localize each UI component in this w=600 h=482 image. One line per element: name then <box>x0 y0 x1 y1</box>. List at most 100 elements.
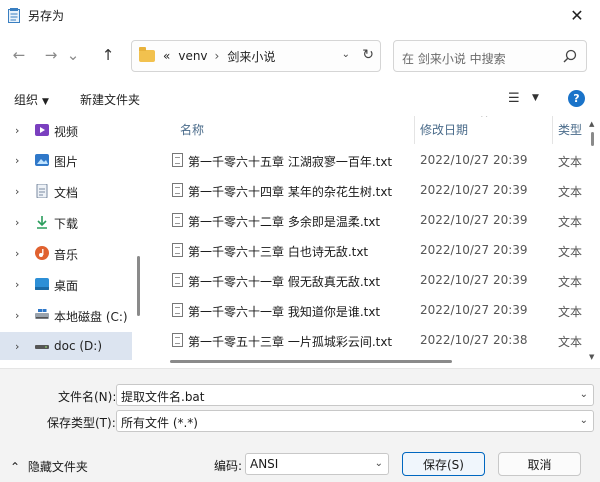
column-divider[interactable] <box>414 116 415 144</box>
forward-button[interactable]: → <box>38 42 64 68</box>
file-date: 2022/10/27 20:39 <box>420 243 528 257</box>
sidebar-item-downloads[interactable]: › 下载 <box>0 208 132 236</box>
sidebar-item-pictures[interactable]: › 图片 <box>0 146 132 174</box>
file-row[interactable]: 第一千零六十一章 我知道你是谁.txt 2022/10/27 20:39 文本 <box>150 296 600 326</box>
chevron-down-icon[interactable]: ⌄ <box>580 389 588 400</box>
expand-chevron-icon[interactable]: › <box>15 154 19 167</box>
breadcrumb-venv[interactable]: venv <box>178 49 207 63</box>
hide-folders-button[interactable]: ⌃ 隐藏文件夹 <box>10 458 88 475</box>
text-file-icon <box>172 333 183 347</box>
encoding-select[interactable]: ANSI ⌄ <box>245 453 389 475</box>
organize-button[interactable]: 组织 ▼ <box>14 91 49 108</box>
file-list: 名称 ^ 修改日期 类型 第一千零六十五章 江湖寂寥一百年.txt 2022/1… <box>150 116 600 366</box>
back-button[interactable]: ← <box>6 42 32 68</box>
search-input[interactable]: 在 剑来小说 中搜索 <box>393 40 587 72</box>
title-bar: 另存为 ✕ <box>0 0 600 30</box>
column-header-name[interactable]: 名称 <box>180 121 204 149</box>
column-header-type[interactable]: 类型 <box>558 121 582 149</box>
text-file-icon <box>172 183 183 197</box>
scroll-down-icon[interactable]: ▼ <box>589 353 594 361</box>
filename-input[interactable]: 提取文件名.bat ⌄ <box>116 384 594 406</box>
chevron-down-icon: ⌄ <box>579 415 588 426</box>
file-type: 文本 <box>558 215 583 229</box>
cancel-button[interactable]: 取消 <box>498 452 581 476</box>
address-bar[interactable]: « venv › 剑来小说 ⌄ ↻ <box>131 40 381 72</box>
expand-chevron-icon[interactable]: › <box>15 185 19 198</box>
address-history-chevron-icon[interactable]: ⌄ <box>342 49 350 60</box>
expand-chevron-icon[interactable]: › <box>15 309 19 322</box>
expand-chevron-icon[interactable]: › <box>15 216 19 229</box>
sidebar-item-label: 桌面 <box>54 279 79 293</box>
file-row[interactable]: 第一千零六十四章 某年的杂花生树.txt 2022/10/27 20:39 文本 <box>150 176 600 206</box>
file-row[interactable]: 第一千零六十五章 江湖寂寥一百年.txt 2022/10/27 20:39 文本 <box>150 146 600 176</box>
horizontal-scrollbar[interactable] <box>170 360 452 363</box>
filename-value: 提取文件名.bat <box>121 390 205 404</box>
up-button[interactable]: ↑ <box>95 42 121 68</box>
expand-chevron-icon[interactable]: › <box>15 278 19 291</box>
file-date: 2022/10/27 20:39 <box>420 183 528 197</box>
chevron-down-icon: ⌄ <box>66 46 80 64</box>
drive-icon <box>35 309 49 319</box>
back-arrow-icon: ← <box>12 46 26 64</box>
save-button[interactable]: 保存(S) <box>402 452 485 476</box>
recent-locations-button[interactable]: ⌄ <box>64 42 82 68</box>
chevron-up-icon: ⌃ <box>10 460 21 474</box>
file-row[interactable]: 第一千零六十二章 多余即是温柔.txt 2022/10/27 20:39 文本 <box>150 206 600 236</box>
file-row[interactable]: 第一千零六十一章 假无敌真无敌.txt 2022/10/27 20:39 文本 <box>150 266 600 296</box>
file-date: 2022/10/27 20:39 <box>420 213 528 227</box>
video-icon <box>35 124 49 136</box>
search-icon <box>563 49 577 63</box>
sidebar-item-documents[interactable]: › 文档 <box>0 177 132 205</box>
vertical-scrollbar[interactable] <box>586 116 598 368</box>
close-button[interactable]: ✕ <box>554 0 600 30</box>
sidebar-item-desktop[interactable]: › 桌面 <box>0 270 132 298</box>
vertical-scrollbar-thumb[interactable] <box>591 132 594 146</box>
sidebar-item-local-disk-c[interactable]: › 本地磁盘 (C:) <box>0 301 132 329</box>
chevron-down-icon: ▼ <box>42 97 49 107</box>
encoding-label: 编码: <box>214 459 243 473</box>
view-options-icon[interactable]: ☰ <box>508 91 520 106</box>
sidebar-scrollbar[interactable] <box>137 256 140 316</box>
sidebar-item-music[interactable]: › 音乐 <box>0 239 132 267</box>
file-date: 2022/10/27 20:38 <box>420 333 528 347</box>
expand-chevron-icon[interactable]: › <box>15 340 19 353</box>
expand-chevron-icon[interactable]: › <box>15 247 19 260</box>
text-file-icon <box>172 303 183 317</box>
pictures-icon <box>35 154 49 166</box>
scroll-up-icon[interactable]: ▲ <box>589 120 594 128</box>
file-name: 第一千零六十五章 江湖寂寥一百年.txt <box>188 155 393 169</box>
drive-icon <box>35 345 49 349</box>
desktop-icon <box>35 278 49 290</box>
file-date: 2022/10/27 20:39 <box>420 273 528 287</box>
file-date: 2022/10/27 20:39 <box>420 153 528 167</box>
text-file-icon <box>172 273 183 287</box>
notepad-icon <box>8 8 20 23</box>
chevron-down-icon: ⌄ <box>374 458 383 469</box>
breadcrumb-overflow[interactable]: « <box>163 49 170 63</box>
expand-chevron-icon[interactable]: › <box>15 124 19 137</box>
sidebar-item-doc-d[interactable]: › doc (D:) <box>0 332 132 360</box>
encoding-value: ANSI <box>250 457 279 471</box>
breadcrumb-separator-icon[interactable]: › <box>215 49 220 63</box>
column-divider[interactable] <box>552 116 553 144</box>
file-row[interactable]: 第一千零五十三章 一片孤城彩云间.txt 2022/10/27 20:38 文本 <box>150 326 600 356</box>
navigation-bar: ← → ⌄ ↑ « venv › 剑来小说 ⌄ ↻ 在 剑来小说 中搜索 <box>0 38 600 74</box>
sidebar-item-label: 视频 <box>54 125 79 139</box>
filetype-select[interactable]: 所有文件 (*.*) ⌄ <box>116 410 594 432</box>
new-folder-button[interactable]: 新建文件夹 <box>80 91 140 108</box>
file-name: 第一千零六十一章 我知道你是谁.txt <box>188 305 381 319</box>
refresh-icon[interactable]: ↻ <box>362 47 374 63</box>
column-header-date[interactable]: 修改日期 <box>420 121 468 149</box>
filetype-value: 所有文件 (*.*) <box>121 416 198 430</box>
command-toolbar: 组织 ▼ 新建文件夹 ☰ ▼ ? <box>0 84 600 114</box>
hide-folders-label: 隐藏文件夹 <box>27 460 88 474</box>
save-options-panel: 文件名(N): 提取文件名.bat ⌄ 保存类型(T): 所有文件 (*.*) … <box>0 368 600 482</box>
download-icon <box>37 216 47 229</box>
sidebar-item-videos[interactable]: › 视频 <box>0 116 132 144</box>
view-chevron-down-icon[interactable]: ▼ <box>532 93 539 103</box>
file-row[interactable]: 第一千零六十三章 白也诗无敌.txt 2022/10/27 20:39 文本 <box>150 236 600 266</box>
help-icon[interactable]: ? <box>568 90 585 107</box>
sidebar-item-label: 本地磁盘 (C:) <box>54 310 128 324</box>
breadcrumb-current-folder[interactable]: 剑来小说 <box>227 48 275 65</box>
file-name: 第一千零六十四章 某年的杂花生树.txt <box>188 185 393 199</box>
